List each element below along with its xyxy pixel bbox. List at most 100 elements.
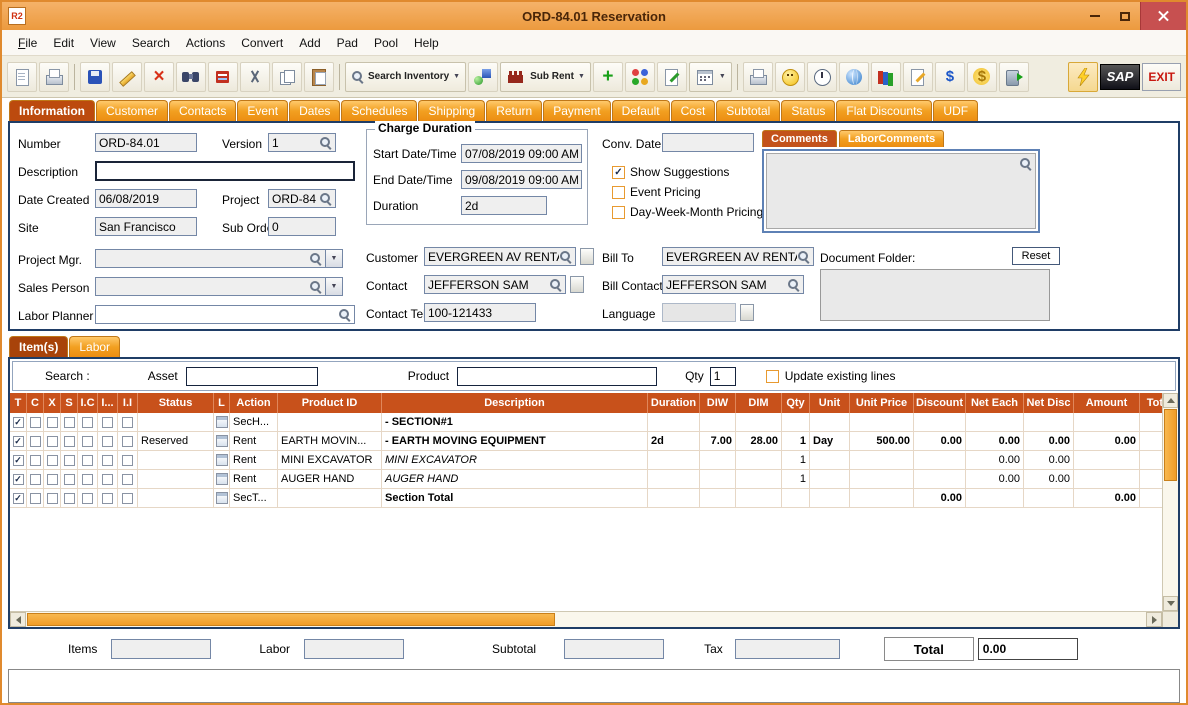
- menu-edit[interactable]: Edit: [45, 33, 82, 53]
- sap-button[interactable]: SAP: [1100, 64, 1141, 90]
- search-inventory-button[interactable]: Search Inventory ▼: [345, 62, 466, 92]
- column-header-action[interactable]: Action: [230, 393, 278, 413]
- horizontal-scroll-thumb[interactable]: [27, 613, 555, 626]
- row-checkbox-c[interactable]: [30, 436, 41, 447]
- money-button[interactable]: $: [967, 62, 997, 92]
- column-header-x[interactable]: X: [44, 393, 61, 413]
- minimize-button[interactable]: [1080, 2, 1110, 30]
- column-header-net_disc[interactable]: Net Disc: [1024, 393, 1074, 413]
- line-detail-icon[interactable]: [216, 435, 228, 447]
- language-field[interactable]: [662, 303, 736, 322]
- column-header-c[interactable]: C: [27, 393, 44, 413]
- asset-input[interactable]: [186, 367, 318, 386]
- project-mgr-field[interactable]: [95, 249, 326, 268]
- table-row[interactable]: RentMINI EXCAVATORMINI EXCAVATOR10.000.0…: [10, 451, 1162, 470]
- tab-items[interactable]: Item(s): [9, 336, 68, 357]
- row-checkbox-t[interactable]: [13, 436, 24, 447]
- menu-pool[interactable]: Pool: [366, 33, 406, 53]
- row-checkbox-s[interactable]: [64, 436, 75, 447]
- menu-view[interactable]: View: [82, 33, 124, 53]
- row-checkbox-t[interactable]: [13, 493, 24, 504]
- column-header-ii[interactable]: I.I: [118, 393, 138, 413]
- tab-udf[interactable]: UDF: [933, 100, 978, 121]
- tab-schedules[interactable]: Schedules: [341, 100, 417, 121]
- row-checkbox-c[interactable]: [30, 455, 41, 466]
- edit-note-button[interactable]: [657, 62, 687, 92]
- project-mgr-combo[interactable]: ▼: [95, 249, 343, 268]
- edit-page-button[interactable]: [903, 62, 933, 92]
- smiley-button[interactable]: [775, 62, 805, 92]
- chevron-down-icon[interactable]: ▼: [453, 73, 460, 80]
- search-icon[interactable]: [319, 136, 332, 149]
- column-header-t[interactable]: T: [10, 393, 27, 413]
- row-checkbox-c[interactable]: [30, 474, 41, 485]
- row-checkbox-x[interactable]: [47, 417, 58, 428]
- shapes-button[interactable]: [468, 62, 498, 92]
- column-header-diw[interactable]: DIW: [700, 393, 736, 413]
- currency-button[interactable]: $: [935, 62, 965, 92]
- titlebar[interactable]: R2 ORD-84.01 Reservation: [2, 2, 1186, 30]
- database-export-button[interactable]: [999, 62, 1029, 92]
- sales-person-combo[interactable]: ▼: [95, 277, 343, 296]
- delete-button[interactable]: ×: [144, 62, 174, 92]
- vertical-scrollbar[interactable]: [1162, 393, 1178, 611]
- column-header-description[interactable]: Description: [382, 393, 648, 413]
- line-detail-icon[interactable]: [216, 473, 228, 485]
- save-button[interactable]: [80, 62, 110, 92]
- exit-button[interactable]: EXIT: [1142, 63, 1181, 91]
- day-week-month-checkbox[interactable]: Day-Week-Month Pricing: [612, 205, 763, 219]
- row-checkbox-idot[interactable]: [102, 455, 113, 466]
- table-row[interactable]: SecH...- SECTION#1: [10, 413, 1162, 432]
- column-header-dim[interactable]: DIM: [736, 393, 782, 413]
- customer-detail-button[interactable]: [580, 248, 594, 265]
- tab-labor-comments[interactable]: LaborComments: [839, 130, 944, 147]
- menu-pad[interactable]: Pad: [329, 33, 366, 53]
- add-item-button[interactable]: +: [593, 62, 623, 92]
- checkbox-icon[interactable]: [612, 186, 625, 199]
- row-checkbox-c[interactable]: [30, 493, 41, 504]
- print-document-button[interactable]: [743, 62, 773, 92]
- scroll-left-button[interactable]: [10, 612, 26, 627]
- search-icon[interactable]: [797, 250, 810, 263]
- search-icon[interactable]: [309, 252, 322, 265]
- tab-cost[interactable]: Cost: [671, 100, 716, 121]
- table-row[interactable]: ReservedRentEARTH MOVIN...- EARTH MOVING…: [10, 432, 1162, 451]
- line-detail-icon[interactable]: [216, 492, 228, 504]
- menu-actions[interactable]: Actions: [178, 33, 233, 53]
- export-transfer-button[interactable]: [208, 62, 238, 92]
- update-existing-checkbox[interactable]: [766, 370, 779, 383]
- horizontal-scrollbar[interactable]: [10, 611, 1178, 627]
- tab-flat-discounts[interactable]: Flat Discounts: [836, 100, 932, 121]
- duration-field[interactable]: 2d: [461, 196, 547, 215]
- tab-return[interactable]: Return: [486, 100, 542, 121]
- scroll-down-button[interactable]: [1163, 596, 1178, 611]
- language-detail-button[interactable]: [740, 304, 754, 321]
- tab-comments[interactable]: Comments: [762, 130, 837, 147]
- status-balls-button[interactable]: [625, 62, 655, 92]
- column-header-unit_price[interactable]: Unit Price: [850, 393, 914, 413]
- edit-button[interactable]: [112, 62, 142, 92]
- chevron-down-icon[interactable]: ▼: [326, 277, 343, 296]
- column-header-l[interactable]: L: [214, 393, 230, 413]
- menu-file[interactable]: File: [10, 33, 45, 53]
- labor-planner-field[interactable]: [95, 305, 355, 324]
- sales-person-field[interactable]: [95, 277, 326, 296]
- row-checkbox-ii[interactable]: [122, 436, 133, 447]
- sub-orders-field[interactable]: 0: [268, 217, 336, 236]
- row-checkbox-s[interactable]: [64, 455, 75, 466]
- tab-information[interactable]: Information: [9, 100, 95, 121]
- row-checkbox-ii[interactable]: [122, 455, 133, 466]
- bill-contact-field[interactable]: JEFFERSON SAM: [662, 275, 804, 294]
- row-checkbox-ic[interactable]: [82, 436, 93, 447]
- print-button[interactable]: [39, 62, 69, 92]
- tab-event[interactable]: Event: [237, 100, 288, 121]
- chevron-down-icon[interactable]: ▼: [719, 73, 726, 80]
- tab-dates[interactable]: Dates: [289, 100, 340, 121]
- row-checkbox-ii[interactable]: [122, 474, 133, 485]
- row-checkbox-idot[interactable]: [102, 493, 113, 504]
- column-header-amount[interactable]: Amount: [1074, 393, 1140, 413]
- column-header-status[interactable]: Status: [138, 393, 214, 413]
- menu-search[interactable]: Search: [124, 33, 178, 53]
- row-checkbox-t[interactable]: [13, 417, 24, 428]
- document-folder-box[interactable]: [820, 269, 1050, 321]
